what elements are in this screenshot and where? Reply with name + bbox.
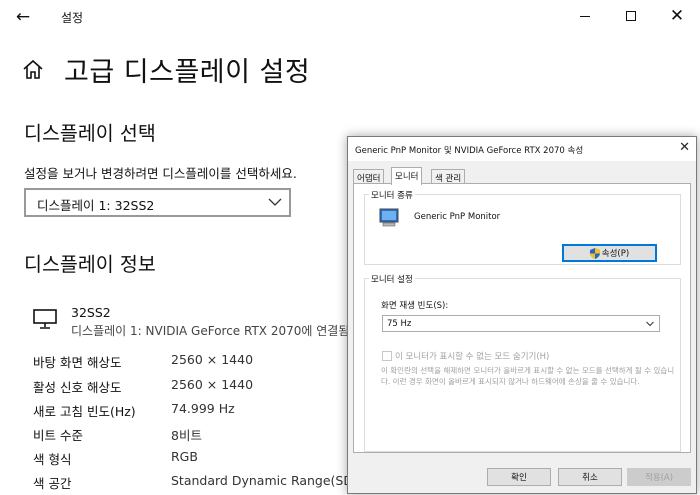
info-label: 새로 고침 빈도(Hz) xyxy=(33,404,136,419)
ok-button[interactable]: 확인 xyxy=(487,468,551,486)
tab-monitor[interactable]: 모니터 xyxy=(391,167,423,185)
info-row: 새로 고침 빈도(Hz) 74.999 Hz xyxy=(33,401,363,421)
shield-icon xyxy=(589,247,600,259)
info-row: 바탕 화면 해상도 2560 × 1440 xyxy=(33,352,363,372)
monitor-small-icon xyxy=(379,208,399,227)
hide-modes-note: 이 확인란의 선택을 해제하면 모니터가 올바르게 표시할 수 없는 모드를 선… xyxy=(381,366,675,386)
tab-color-management[interactable]: 색 관리 xyxy=(431,169,466,184)
monitor-settings-group: 모니터 설정 화면 재생 빈도(S): 75 Hz 이 모니터가 표시할 수 없… xyxy=(364,273,681,452)
monitor-connection: 디스플레이 1: NVIDIA GeForce RTX 2070에 연결됨 xyxy=(71,324,350,338)
info-value: 8비트 xyxy=(171,428,202,443)
close-button[interactable]: ✕ xyxy=(654,0,700,32)
display-select-value: 디스플레이 1: 32SS2 xyxy=(37,198,155,213)
apply-button[interactable]: 적용(A) xyxy=(627,468,691,486)
properties-button[interactable]: 속성(P) xyxy=(562,244,657,262)
minimize-button[interactable] xyxy=(562,0,608,32)
dialog-title: Generic PnP Monitor 및 NVIDIA GeForce RTX… xyxy=(355,146,584,156)
info-value: 2560 × 1440 xyxy=(171,377,254,392)
hide-modes-checkbox[interactable] xyxy=(382,351,392,361)
info-label: 활성 신호 해상도 xyxy=(33,380,122,395)
info-label: 비트 수준 xyxy=(33,428,83,443)
info-row: 색 형식 RGB xyxy=(33,449,363,469)
display-info-heading: 디스플레이 정보 xyxy=(24,253,156,276)
refresh-rate-label: 화면 재생 빈도(S): xyxy=(381,301,449,311)
title-bar: ← 설정 ✕ xyxy=(0,0,700,34)
monitor-icon xyxy=(33,309,57,329)
page-title: 고급 디스플레이 설정 xyxy=(64,57,311,88)
monitor-type-name: Generic PnP Monitor xyxy=(414,212,501,222)
tab-adapter[interactable]: 어댑터 xyxy=(353,169,385,184)
info-value: 2560 × 1440 xyxy=(171,352,254,367)
info-label: 바탕 화면 해상도 xyxy=(33,355,122,370)
chevron-down-icon xyxy=(268,198,282,206)
monitor-type-label: 모니터 종류 xyxy=(369,189,415,201)
home-icon xyxy=(23,59,43,79)
info-label: 색 공간 xyxy=(33,476,72,491)
info-label: 색 형식 xyxy=(33,452,72,467)
info-value: RGB xyxy=(171,449,198,464)
info-row: 색 공간 Standard Dynamic Range(SDR) xyxy=(33,473,367,493)
cancel-button[interactable]: 취소 xyxy=(558,468,622,486)
refresh-rate-select[interactable]: 75 Hz xyxy=(382,315,660,332)
close-icon: ✕ xyxy=(669,5,685,26)
chevron-down-icon xyxy=(646,321,654,327)
window-title: 설정 xyxy=(61,11,84,25)
refresh-rate-value: 75 Hz xyxy=(387,319,412,329)
info-row: 활성 신호 해상도 2560 × 1440 xyxy=(33,377,363,397)
back-arrow-icon[interactable]: ← xyxy=(10,6,36,28)
maximize-button[interactable] xyxy=(608,0,654,32)
dialog-close-icon[interactable]: ✕ xyxy=(679,140,690,155)
info-value: 74.999 Hz xyxy=(171,401,235,416)
monitor-properties-dialog: Generic PnP Monitor 및 NVIDIA GeForce RTX… xyxy=(347,136,697,494)
monitor-tab-panel: 모니터 종류 Generic PnP Monitor 속성(P) 모니터 설정 … xyxy=(353,183,691,453)
info-row: 비트 수준 8비트 xyxy=(33,425,363,445)
monitor-type-group: 모니터 종류 Generic PnP Monitor 속성(P) xyxy=(364,189,681,265)
minimize-icon xyxy=(580,15,590,17)
display-select-dropdown[interactable]: 디스플레이 1: 32SS2 xyxy=(24,188,291,217)
properties-button-label: 속성(P) xyxy=(601,249,630,259)
monitor-name: 32SS2 xyxy=(71,305,111,320)
monitor-settings-label: 모니터 설정 xyxy=(369,273,415,285)
select-display-instruction: 설정을 보거나 변경하려면 디스플레이를 선택하세요. xyxy=(24,166,297,181)
select-display-heading: 디스플레이 선택 xyxy=(24,122,156,145)
dialog-title-bar: Generic PnP Monitor 및 NVIDIA GeForce RTX… xyxy=(348,137,696,161)
hide-modes-label: 이 모니터가 표시할 수 없는 모드 숨기기(H) xyxy=(395,352,550,362)
info-value: Standard Dynamic Range(SDR) xyxy=(171,473,367,488)
maximize-icon xyxy=(626,11,636,21)
